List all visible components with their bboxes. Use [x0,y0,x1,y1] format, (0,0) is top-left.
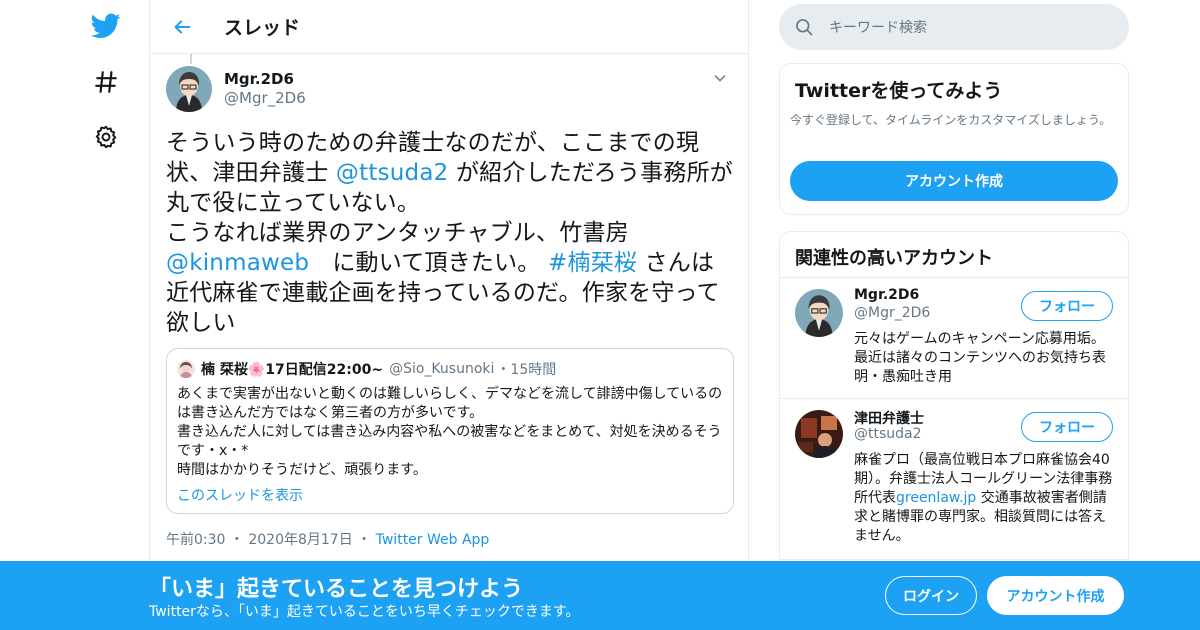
quoted-tweet-header: 楠 栞桜🌸17日配信22:00~ @Sio_Kusunoki ・ 15時間 [177,359,556,379]
mention-link[interactable]: @kinmaweb [166,250,309,276]
login-button[interactable]: ログイン [885,576,977,615]
tweet-text-part: に動いて頂きたい。 [309,250,548,276]
thread-header: スレッド [150,0,748,54]
show-thread-link[interactable]: このスレッドを表示 [177,485,303,505]
avatar[interactable] [795,289,843,337]
avatar [177,360,195,378]
tweet-timestamp: 午前0:30 ・ 2020年8月17日 ・ Twitter Web App [166,529,489,549]
search-bar[interactable]: キーワード検索 [779,4,1129,50]
tweet-date[interactable]: 2020年8月17日 [248,532,352,548]
search-icon [779,17,829,37]
arrow-left-icon [174,19,191,34]
tweet-source-link[interactable]: Twitter Web App [376,532,490,548]
gear-icon[interactable] [88,119,124,155]
account-bio: 麻雀プロ（最高位戦日本プロ麻雀協会40期）。弁護士法人コールグリーン法律事務所代… [854,451,1116,546]
bio-link[interactable]: greenlaw.jp [896,490,976,506]
related-account-item[interactable]: 津田弁護士 @ttsuda2 フォロー 麻雀プロ（最高位戦日本プロ麻雀協会40期… [780,400,1128,560]
author-name[interactable]: Mgr.2D6 [224,70,294,88]
account-name[interactable]: Mgr.2D6 [854,287,919,303]
author-handle[interactable]: @Mgr_2D6 [224,89,306,107]
signup-button[interactable]: アカウント作成 [987,576,1124,615]
banner-title: 「いま」起きていることを見つけよう [149,577,524,602]
banner-subtitle: Twitterなら、「いま」起きていることをいち早くチェックできます。 [149,604,580,620]
page-title: スレッド [224,17,301,39]
tweet-text-part: こうなれば業界のアンタッチャブル、竹書房 [166,220,629,246]
account-handle[interactable]: @ttsuda2 [854,426,922,442]
quoted-author-handle: @Sio_Kusunoki [389,361,495,377]
hashtag-link[interactable]: #楠栞桜 [548,250,637,276]
quoted-author-name: 楠 栞桜🌸17日配信22:00~ [201,362,384,378]
mention-link[interactable]: @ttsuda2 [336,160,449,186]
thread-column: スレッド Mgr.2D6 @Mgr_2D6 そういう時のための弁護士なのだが、こ… [149,0,749,630]
tweet-time[interactable]: 午前0:30 [166,532,225,548]
separator: ・ [357,532,372,548]
tweet-text: そういう時のための弁護士なのだが、ここまでの現状、津田弁護士 @ttsuda2 … [166,128,736,338]
account-name[interactable]: 津田弁護士 [854,408,924,428]
chevron-down-icon[interactable] [712,70,728,90]
separator: ・ [496,362,511,378]
back-button[interactable] [150,0,214,54]
follow-button[interactable]: フォロー [1021,291,1113,321]
quoted-tweet[interactable]: 楠 栞桜🌸17日配信22:00~ @Sio_Kusunoki ・ 15時間 あく… [166,348,734,514]
quoted-text-line: 時間はかかりそうだけど、頑張ります。 [177,462,427,478]
related-account-item[interactable]: Mgr.2D6 @Mgr_2D6 フォロー 元々はゲームのキャンペーン応募用垢。… [780,279,1128,399]
quoted-tweet-text: あくまで実害が出ないと動くのは難しいらしく、デマなどを流して誹謗中傷しているのは… [177,385,725,480]
signup-card-title: Twitterを使ってみよう [795,80,1003,102]
quoted-text-line: 書き込んだ人に対しては書き込み内容や私への被害などをまとめて、対処を決めるそうで… [177,424,722,459]
tweet-author: Mgr.2D6 @Mgr_2D6 [166,66,736,114]
signup-banner: 「いま」起きていることを見つけよう Twitterなら、「いま」起きていることを… [0,561,1200,630]
twitter-bird-icon[interactable] [88,8,124,44]
signup-card: Twitterを使ってみよう 今すぐ登録して、タイムラインをカスタマイズしましょ… [779,63,1129,215]
quoted-text-line: あくまで実害が出ないと動くのは難しいらしく、デマなどを流して誹謗中傷しているのは… [177,386,723,421]
account-bio: 元々はゲームのキャンペーン応募用垢。最近は諸々のコンテンツへのお気持ち表明・愚痴… [854,331,1106,385]
quoted-time: 15時間 [510,362,557,378]
follow-button[interactable]: フォロー [1021,412,1113,442]
signup-card-subtitle: 今すぐ登録して、タイムラインをカスタマイズしましょう。 [790,113,1112,127]
search-input[interactable]: キーワード検索 [829,17,927,37]
avatar[interactable] [166,66,212,112]
hashtag-icon[interactable] [88,64,124,100]
create-account-button[interactable]: アカウント作成 [790,161,1118,201]
avatar[interactable] [795,410,843,458]
separator: ・ [229,532,244,548]
thread-connector [190,54,192,64]
account-handle[interactable]: @Mgr_2D6 [854,305,930,321]
related-accounts-title: 関連性の高いアカウント [780,232,1128,278]
